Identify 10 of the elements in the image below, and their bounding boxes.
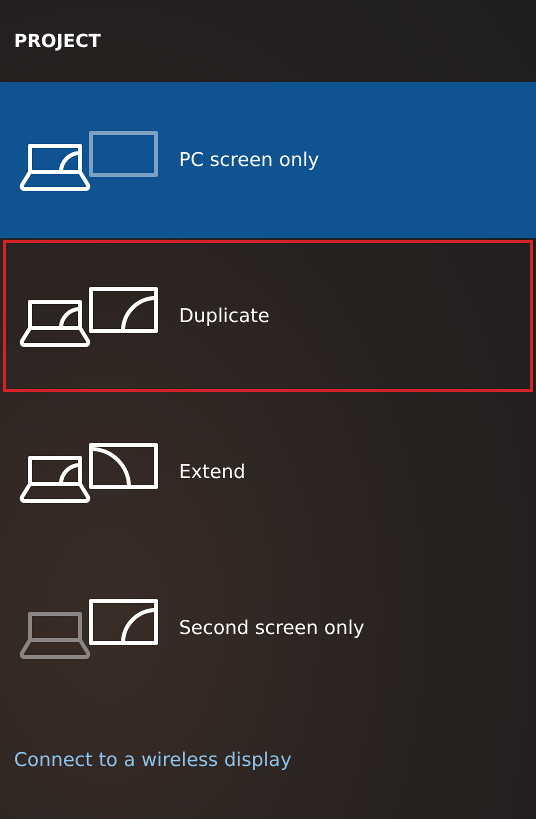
- laptop-screen-icon: [19, 129, 159, 191]
- flyout-title: PROJECT: [14, 30, 101, 52]
- projection-option[interactable]: Extend: [0, 394, 536, 550]
- extend-screens-icon: [19, 441, 159, 503]
- projection-option[interactable]: PC screen only: [0, 82, 536, 238]
- duplicate-screens-icon: [19, 285, 159, 347]
- second-screen-icon: [19, 597, 159, 659]
- wireless-display-link[interactable]: Connect to a wireless display: [14, 749, 292, 771]
- projection-option[interactable]: Second screen only: [0, 550, 536, 706]
- projection-option[interactable]: Duplicate: [3, 240, 533, 392]
